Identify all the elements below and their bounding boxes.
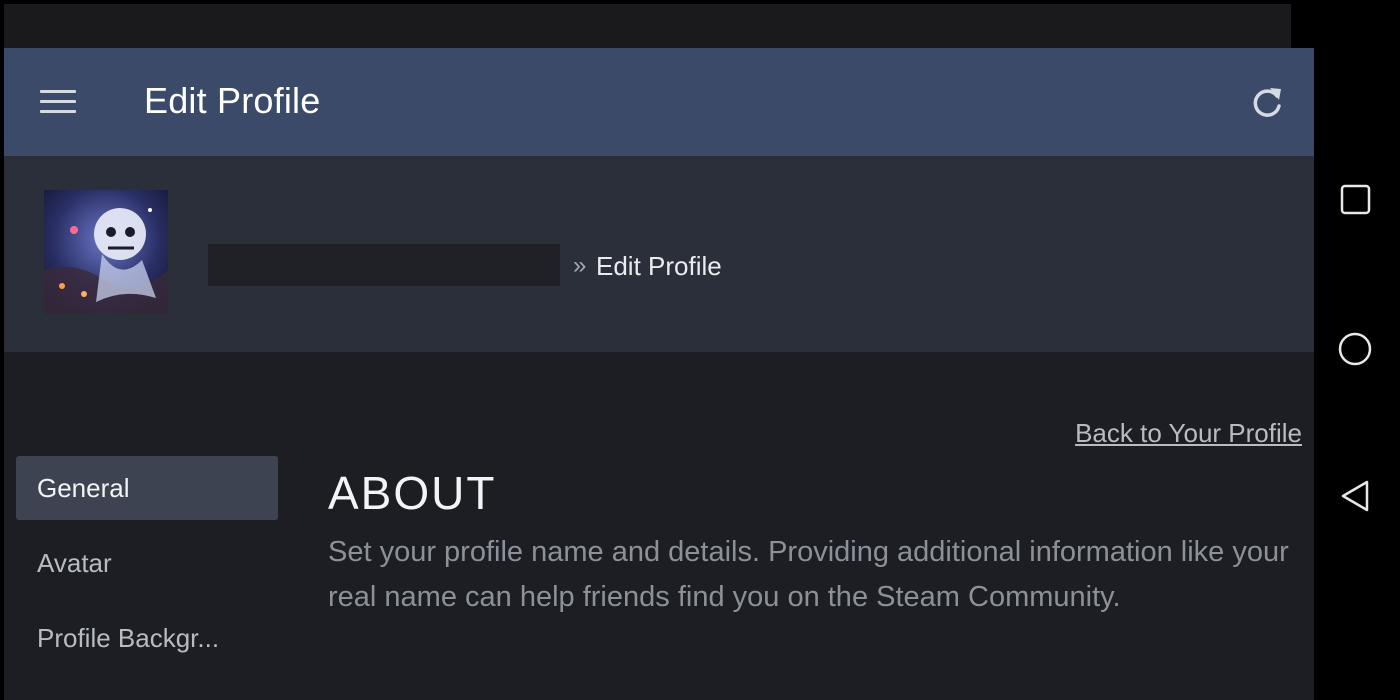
settings-sidebar: General Avatar Profile Backgr... bbox=[16, 456, 278, 681]
back-to-profile-link[interactable]: Back to Your Profile bbox=[1075, 418, 1302, 449]
avatar[interactable] bbox=[44, 190, 168, 314]
breadcrumb-separator: » bbox=[573, 252, 587, 279]
page-title: Edit Profile bbox=[144, 80, 321, 121]
section-title: ABOUT bbox=[328, 467, 497, 519]
nav-item-general[interactable]: General bbox=[16, 456, 278, 520]
section-description: Set your profile name and details. Provi… bbox=[328, 536, 1289, 613]
triangle-back-icon[interactable] bbox=[1334, 474, 1378, 518]
app-window: Edit Profile » Edit Profile Back to Your… bbox=[4, 48, 1314, 700]
circle-icon[interactable] bbox=[1334, 327, 1378, 371]
android-navigation-bar bbox=[1314, 0, 1400, 700]
main-content: Back to Your Profile General Avatar Prof… bbox=[4, 352, 1314, 700]
profile-header: » Edit Profile bbox=[4, 156, 1314, 352]
nav-item-profile-background[interactable]: Profile Backgr... bbox=[16, 606, 278, 670]
square-icon[interactable] bbox=[1334, 178, 1378, 222]
nav-item-avatar[interactable]: Avatar bbox=[16, 531, 278, 595]
refresh-icon[interactable] bbox=[1248, 84, 1286, 122]
hamburger-icon[interactable] bbox=[36, 86, 80, 118]
status-bar-strip bbox=[4, 4, 1291, 48]
username-redacted bbox=[208, 244, 560, 286]
breadcrumb-current: Edit Profile bbox=[596, 251, 722, 281]
top-app-bar: Edit Profile bbox=[4, 48, 1314, 156]
